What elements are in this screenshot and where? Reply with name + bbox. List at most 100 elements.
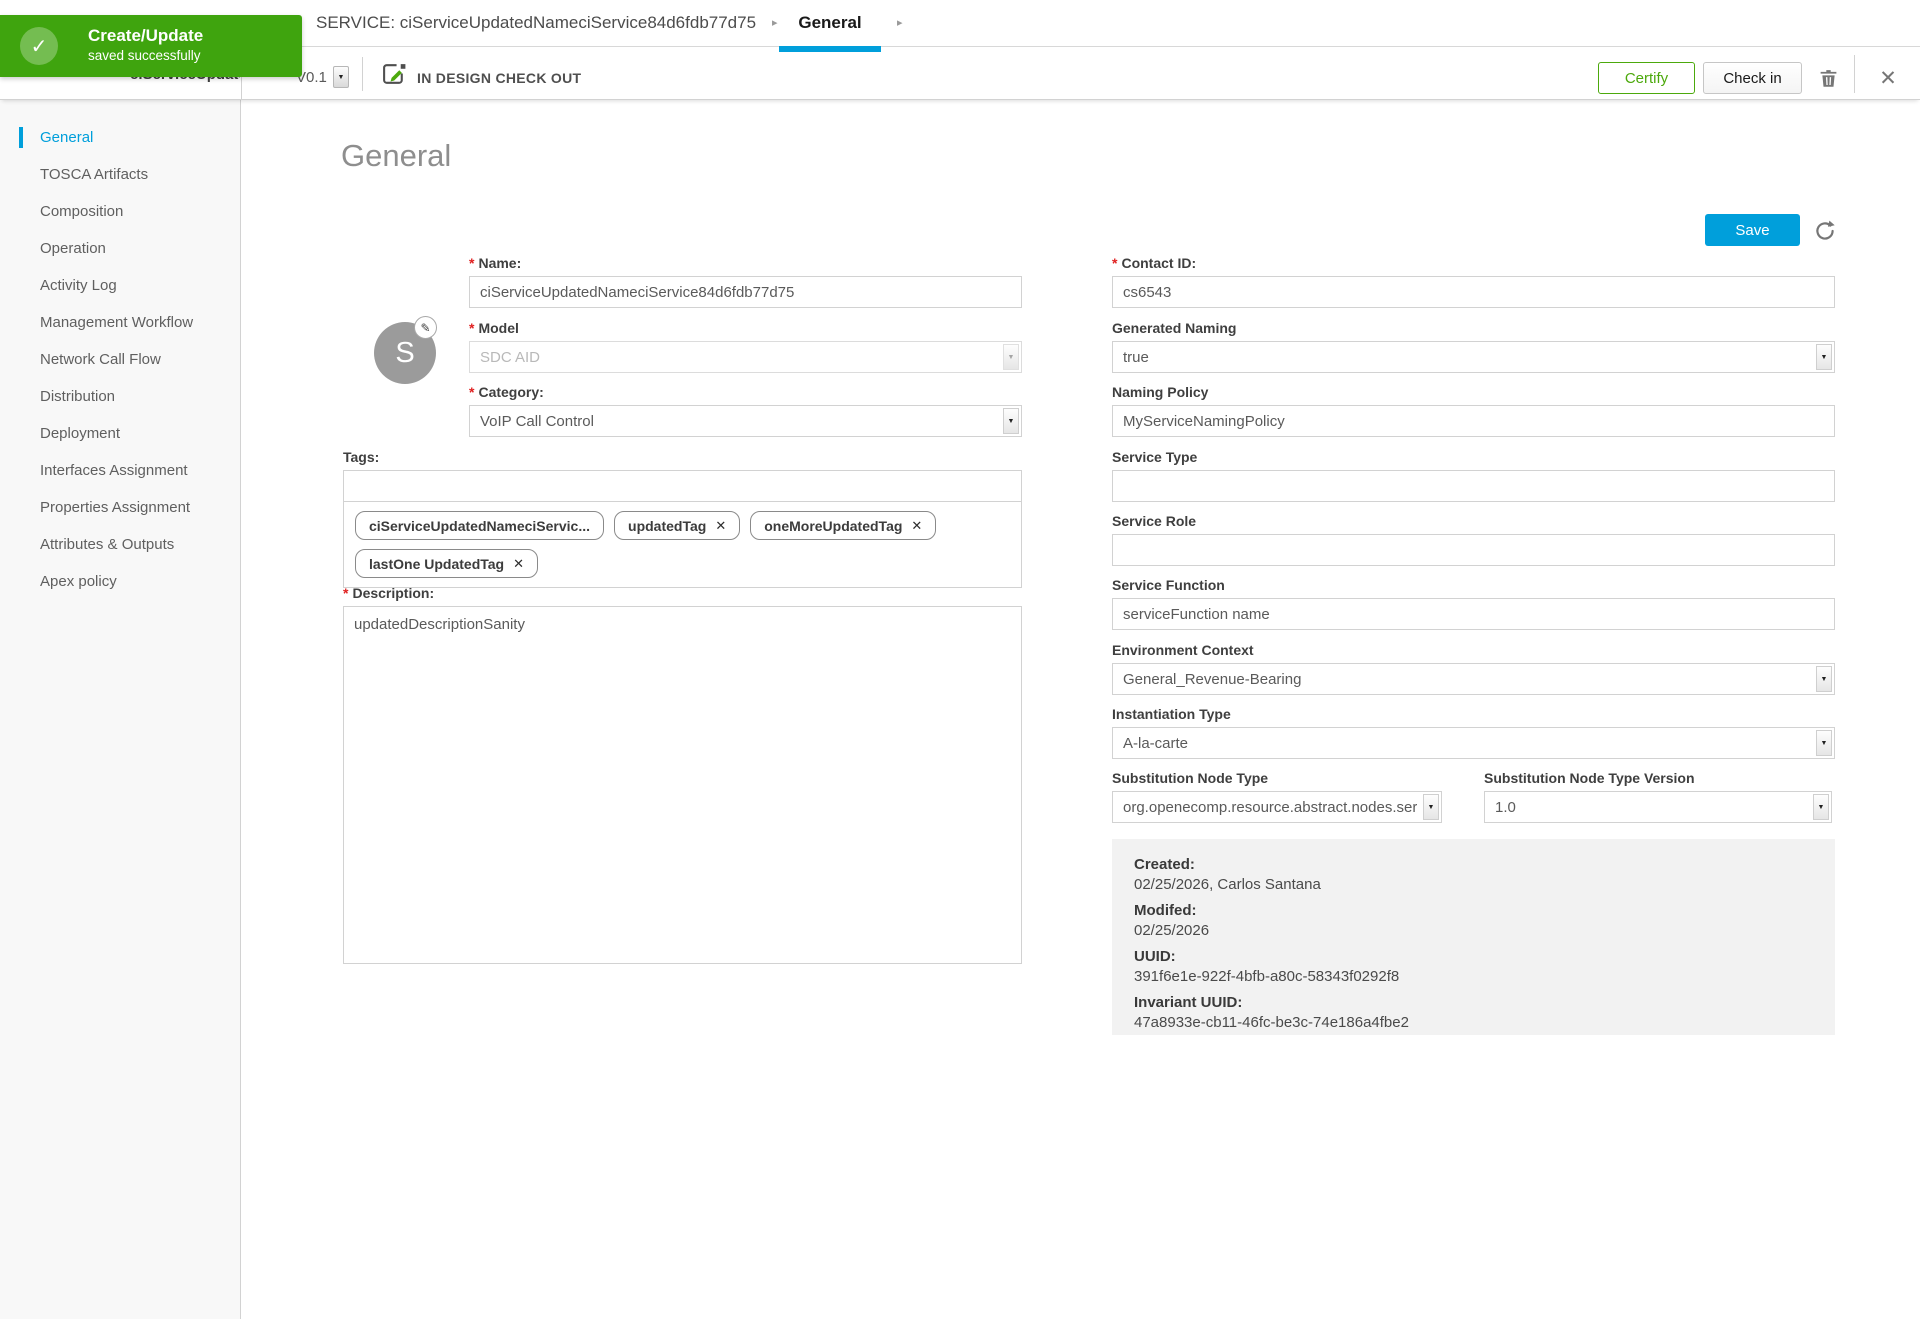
breadcrumb: SERVICE: ciServiceUpdatedNameciService84…	[316, 0, 756, 46]
toolbar-divider	[362, 57, 363, 91]
tab-general[interactable]: General	[779, 0, 881, 46]
sidebar-item-label: Distribution	[40, 388, 115, 405]
close-icon[interactable]: ✕	[1872, 62, 1904, 94]
pencil-icon: ✎	[420, 321, 430, 335]
description-label: Description:	[352, 585, 434, 601]
required-marker: *	[343, 585, 348, 601]
sidebar-item-label: Activity Log	[40, 277, 117, 294]
meta-value: 02/25/2026, Carlos Santana	[1134, 876, 1835, 893]
tag-chip[interactable]: updatedTag ✕	[614, 511, 740, 540]
sidebar-item-management-workflow[interactable]: Management Workflow	[0, 304, 240, 341]
meta-value: 391f6e1e-922f-4bfb-a80c-58343f0292f8	[1134, 968, 1835, 985]
tag-chip[interactable]: ciServiceUpdatedNameciServic...	[355, 511, 604, 540]
environment-context-select[interactable]: General_Revenue-Bearing ▼	[1112, 663, 1835, 695]
substitution-node-type-select[interactable]: org.openecomp.resource.abstract.nodes.se…	[1112, 791, 1442, 823]
success-check-icon: ✓	[20, 27, 58, 65]
contact-id-input[interactable]	[1112, 276, 1835, 308]
name-field: *Name:	[469, 255, 1022, 308]
meta-row-modifed: Modifed: 02/25/2026	[1134, 902, 1835, 939]
required-marker: *	[469, 320, 474, 336]
remove-tag-icon[interactable]: ✕	[513, 556, 524, 572]
meta-row-created: Created: 02/25/2026, Carlos Santana	[1134, 856, 1835, 893]
tags-input[interactable]	[343, 470, 1022, 502]
instantiation-type-field: Instantiation Type A-la-carte ▼	[1112, 706, 1835, 759]
checked-out-icon	[381, 62, 408, 92]
chevron-down-icon: ▼	[1816, 730, 1832, 756]
environment-context-field: Environment Context General_Revenue-Bear…	[1112, 642, 1835, 695]
toast-notification[interactable]: ✓ Create/Update saved successfully	[0, 15, 302, 77]
service-role-input[interactable]	[1112, 534, 1835, 566]
sidebar-item-label: Deployment	[40, 425, 120, 442]
sidebar-item-attributes-outputs[interactable]: Attributes & Outputs	[0, 526, 240, 563]
category-select[interactable]: VoIP Call Control ▼	[469, 405, 1022, 437]
left-nav-list: General TOSCA Artifacts Composition Oper…	[0, 119, 240, 600]
sidebar-item-distribution[interactable]: Distribution	[0, 378, 240, 415]
meta-label: Modifed:	[1134, 902, 1835, 919]
model-field: *Model SDC AID ▼	[469, 320, 1022, 373]
sidebar-item-interfaces-assignment[interactable]: Interfaces Assignment	[0, 452, 240, 489]
sidebar-item-apex-policy[interactable]: Apex policy	[0, 563, 240, 600]
tag-chip[interactable]: oneMoreUpdatedTag ✕	[750, 511, 936, 540]
generated-naming-field: Generated Naming true ▼	[1112, 320, 1835, 373]
sidebar-item-operation[interactable]: Operation	[0, 230, 240, 267]
model-select: SDC AID ▼	[469, 341, 1022, 373]
instantiation-type-label: Instantiation Type	[1112, 706, 1231, 722]
check-in-button[interactable]: Check in	[1703, 62, 1802, 94]
instantiation-type-select[interactable]: A-la-carte ▼	[1112, 727, 1835, 759]
service-type-label: Service Type	[1112, 449, 1197, 465]
meta-row-invariant-uuid: Invariant UUID: 47a8933e-cb11-46fc-be3c-…	[1134, 994, 1835, 1031]
sidebar-item-network-call-flow[interactable]: Network Call Flow	[0, 341, 240, 378]
version-dropdown[interactable]: ▼	[333, 66, 349, 88]
chevron-down-icon: ▼	[1423, 794, 1439, 820]
save-button[interactable]: Save	[1705, 214, 1800, 246]
contact-id-label: Contact ID:	[1121, 255, 1196, 271]
service-function-field: Service Function	[1112, 577, 1835, 630]
sidebar-item-label: Management Workflow	[40, 314, 193, 331]
sidebar-item-tosca-artifacts[interactable]: TOSCA Artifacts	[0, 156, 240, 193]
tags-field: Tags: ciServiceUpdatedNameciServic... up…	[343, 449, 1022, 588]
remove-tag-icon[interactable]: ✕	[911, 518, 922, 534]
toast-subtitle: saved successfully	[88, 48, 201, 63]
sidebar-item-label: Interfaces Assignment	[40, 462, 188, 479]
sidebar-item-composition[interactable]: Composition	[0, 193, 240, 230]
refresh-icon[interactable]	[1812, 218, 1838, 244]
active-tab-underline	[779, 46, 881, 52]
metadata-box: Created: 02/25/2026, Carlos Santana Modi…	[1112, 839, 1835, 1035]
meta-label: Invariant UUID:	[1134, 994, 1835, 1011]
sdc-service-page: SERVICE: ciServiceUpdatedNameciService84…	[0, 0, 1920, 1319]
chevron-down-icon: ▼	[1816, 666, 1832, 692]
category-label: Category:	[478, 384, 543, 400]
delete-button[interactable]	[1812, 62, 1844, 94]
name-input[interactable]	[469, 276, 1022, 308]
tag-chip-label: ciServiceUpdatedNameciServic...	[369, 518, 590, 534]
naming-policy-input[interactable]	[1112, 405, 1835, 437]
tag-chip[interactable]: lastOne UpdatedTag ✕	[355, 549, 538, 578]
sidebar-item-activity-log[interactable]: Activity Log	[0, 267, 240, 304]
sidebar-item-general[interactable]: General	[0, 119, 240, 156]
model-label: Model	[478, 320, 518, 336]
service-function-input[interactable]	[1112, 598, 1835, 630]
tags-label: Tags:	[343, 449, 379, 465]
sidebar-item-label: TOSCA Artifacts	[40, 166, 148, 183]
description-textarea[interactable]: updatedDescriptionSanity	[343, 606, 1022, 964]
left-nav: General TOSCA Artifacts Composition Oper…	[0, 100, 241, 1319]
sidebar-item-deployment[interactable]: Deployment	[0, 415, 240, 452]
substitution-node-type-version-field: Substitution Node Type Version 1.0 ▼	[1484, 770, 1832, 823]
service-function-label: Service Function	[1112, 577, 1225, 593]
edit-icon-badge[interactable]: ✎	[414, 316, 437, 339]
tag-chip-label: updatedTag	[628, 518, 706, 534]
lifecycle-status: IN DESIGN CHECK OUT	[417, 70, 581, 86]
service-type-input[interactable]	[1112, 470, 1835, 502]
service-type-field: Service Type	[1112, 449, 1835, 502]
meta-label: UUID:	[1134, 948, 1835, 965]
certify-button[interactable]: Certify	[1598, 62, 1695, 94]
tag-chip-label: oneMoreUpdatedTag	[764, 518, 902, 534]
breadcrumb-arrow-icon: ▸	[772, 0, 778, 46]
remove-tag-icon[interactable]: ✕	[715, 518, 726, 534]
generated-naming-label: Generated Naming	[1112, 320, 1236, 336]
tag-chip-label: lastOne UpdatedTag	[369, 556, 504, 572]
sidebar-item-properties-assignment[interactable]: Properties Assignment	[0, 489, 240, 526]
service-role-field: Service Role	[1112, 513, 1835, 566]
generated-naming-select[interactable]: true ▼	[1112, 341, 1835, 373]
substitution-node-type-version-select[interactable]: 1.0 ▼	[1484, 791, 1832, 823]
